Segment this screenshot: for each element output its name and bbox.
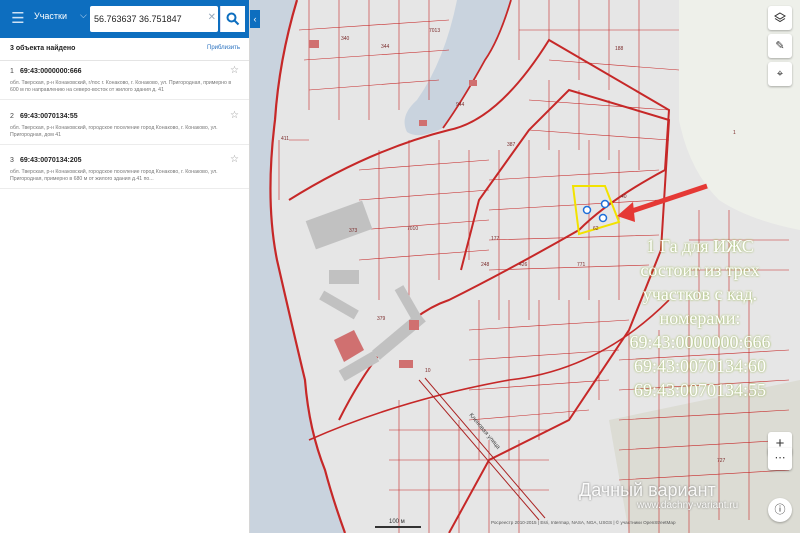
annotation-text: 1 Га для ИЖС состоит из трех участков с … — [605, 234, 795, 402]
parcel-label: 7013 — [429, 28, 440, 34]
annotation-line: состоит из трех — [640, 260, 760, 280]
parcel-label: 411 — [281, 136, 289, 142]
ruler-icon: ✎ — [775, 40, 785, 52]
parcel-label: 248 — [481, 262, 490, 268]
parcel-label: 727 — [717, 458, 726, 464]
map-attribution: Росреестр 2010-2015 | Esri, Intermap, NA… — [491, 520, 676, 525]
parcel-label: 188 — [615, 46, 624, 52]
scale-label: 100 м — [389, 519, 405, 525]
results-panel: ☰ Участки ⌵ ✕ 3 объекта найдено Приблизи… — [0, 0, 250, 533]
more-icon: ⋯ — [774, 452, 786, 464]
annotation-line: участков с кад. — [642, 284, 758, 304]
results-count: 3 объекта найдено — [10, 45, 76, 52]
result-number: 3 — [10, 157, 14, 164]
search-bar: ☰ Участки ⌵ ✕ — [0, 0, 249, 38]
menu-icon[interactable]: ☰ — [8, 9, 28, 29]
collapse-panel-button[interactable]: ‹ — [250, 10, 260, 28]
scale-bar — [375, 526, 421, 528]
result-title[interactable]: 69:43:0070134:205 — [20, 157, 82, 164]
result-item-1[interactable]: 1 69:43:0000000:666 ☆ обл. Тверская, р-н… — [0, 61, 249, 100]
result-title[interactable]: 69:43:0070134:55 — [20, 113, 78, 120]
parcel-label: 62 — [593, 226, 599, 232]
search-input[interactable] — [94, 11, 204, 27]
annotation-line: 1 Га для ИЖС — [646, 236, 754, 256]
result-address: обл. Тверская, р-н Конаковский, г/пос г.… — [10, 80, 232, 93]
parcel-label: 40 — [621, 194, 627, 200]
parcel-label: 379 — [377, 316, 386, 322]
result-item-3[interactable]: 3 69:43:0070134:205 ☆ обл. Тверская, р-н… — [0, 150, 249, 189]
ruler-button[interactable]: ✎ — [768, 34, 792, 58]
search-type-selector[interactable]: Участки — [34, 11, 67, 21]
annotation-line: 69:43:0000000:666 — [629, 332, 771, 352]
parcel-label: 373 — [349, 228, 358, 234]
chevron-down-icon[interactable]: ⌵ — [80, 10, 87, 21]
search-icon — [226, 12, 240, 26]
annotation-line: номерами: — [659, 308, 741, 328]
search-button[interactable] — [220, 6, 245, 32]
annotation-line: 69:43:0070134:55 — [633, 380, 766, 400]
parcel-label: 10 — [425, 368, 431, 374]
annotation-line: 69:43:0070134:60 — [633, 356, 766, 376]
layers-icon — [774, 12, 786, 23]
result-number: 1 — [10, 68, 14, 75]
parcel-label: 387 — [507, 142, 516, 148]
clear-icon[interactable]: ✕ — [208, 12, 216, 23]
zoom-to-results-link[interactable]: Приблизить — [207, 45, 240, 51]
watermark-title: Дачный вариант — [579, 480, 716, 500]
locate-icon: ⌖ — [776, 68, 784, 80]
results-header: 3 объекта найдено Приблизить — [0, 38, 249, 61]
star-icon[interactable]: ☆ — [230, 65, 239, 76]
search-input-wrap: ✕ — [90, 6, 218, 32]
result-address: обл. Тверская, р-н Конаковский, городско… — [10, 169, 218, 182]
star-icon[interactable]: ☆ — [230, 110, 239, 121]
result-title[interactable]: 69:43:0000000:666 — [20, 68, 82, 75]
watermark-url: www.dachny-variant.ru — [637, 500, 739, 511]
star-icon[interactable]: ☆ — [230, 154, 239, 165]
parcel-label: 340 — [341, 36, 350, 42]
result-number: 2 — [10, 113, 14, 120]
info-icon: ⓘ — [774, 504, 786, 516]
parcel-label: 177 — [491, 236, 500, 242]
map-view[interactable]: Кленовая улица 340 344 7013 188 1 944 38… — [249, 0, 800, 533]
more-button[interactable]: ⋯ — [768, 448, 792, 470]
result-address: обл. Тверская, р-н Конаковский, городско… — [10, 125, 218, 138]
locate-button[interactable]: ⌖ — [768, 62, 792, 86]
info-button[interactable]: ⓘ — [768, 498, 792, 522]
parcel-label: 7010 — [407, 226, 418, 232]
parcel-label: 426 — [519, 262, 528, 268]
parcel-label: 771 — [577, 262, 586, 268]
layers-button[interactable] — [768, 6, 792, 30]
parcel-label: 944 — [456, 102, 465, 108]
parcel-label: 344 — [381, 44, 390, 50]
result-item-2[interactable]: 2 69:43:0070134:55 ☆ обл. Тверская, р-н … — [0, 106, 249, 145]
parcel-label: 1 — [733, 130, 736, 136]
